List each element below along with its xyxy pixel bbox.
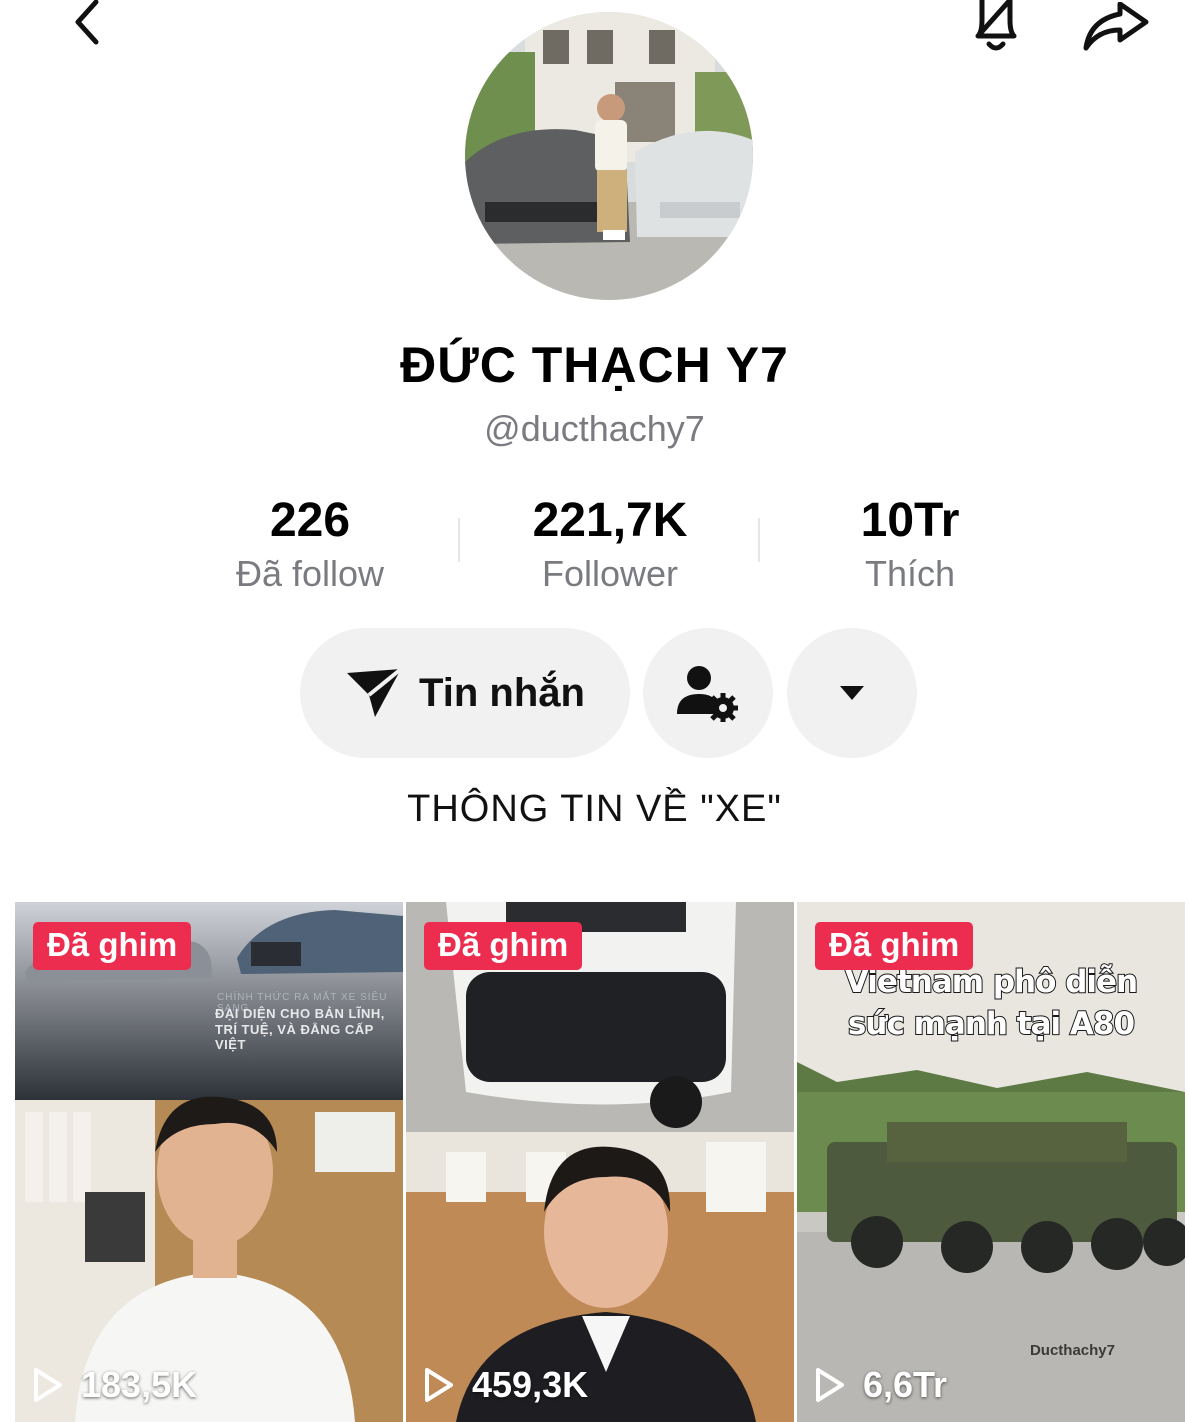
likes-stat[interactable]: 10Tr Thích — [760, 490, 1060, 596]
pinned-badge: Đã ghim — [815, 922, 974, 970]
user-settings-icon — [677, 666, 738, 722]
likes-label: Thích — [864, 553, 956, 594]
view-count-text: 6,6Tr — [863, 1364, 948, 1405]
view-count: 183,5K — [33, 1364, 197, 1406]
message-button[interactable]: Tin nhắn — [300, 628, 630, 758]
avatar-photo — [465, 12, 753, 300]
following-label: Đã follow — [235, 553, 385, 594]
video-caption-line-2: sức mạnh tại A80 — [847, 1005, 1136, 1043]
caret-down-icon — [840, 686, 864, 700]
avatar[interactable] — [465, 12, 753, 300]
message-button-label: Tin nhắn — [419, 670, 585, 715]
followers-label: Follower — [541, 553, 679, 594]
chevron-left-icon — [75, 0, 99, 45]
notification-bell-button[interactable] — [958, 0, 1034, 56]
bell-icon — [975, 0, 1017, 51]
play-icon — [425, 1368, 453, 1402]
display-name: ĐỨC THẠCH Y7 — [400, 337, 789, 393]
username-handle: @ducthachy7 — [484, 408, 705, 449]
video-grid: CHÍNH THỨC RA MẮT XE SIÊU SANG ĐẠI DIỆN … — [15, 902, 1187, 1422]
friend-settings-button[interactable] — [643, 628, 773, 758]
pinned-badge: Đã ghim — [424, 922, 583, 970]
share-button[interactable] — [1074, 0, 1158, 56]
play-icon — [34, 1368, 62, 1402]
likes-count: 10Tr — [860, 494, 960, 547]
following-count: 226 — [269, 494, 351, 547]
followers-stat[interactable]: 221,7K Follower — [460, 490, 760, 596]
profile-bio: THÔNG TIN VỀ "XE" — [407, 788, 782, 830]
back-button[interactable] — [58, 0, 114, 48]
watermark: Ducthachy7 — [1029, 1342, 1115, 1359]
promo-text: ĐẠI DIỆN CHO BẢN LĨNH, — [215, 1006, 385, 1021]
play-icon — [816, 1368, 844, 1402]
send-icon — [347, 667, 403, 717]
view-count: 6,6Tr — [815, 1364, 947, 1406]
video-thumbnail — [406, 902, 794, 1422]
view-count-text: 459,3K — [472, 1364, 589, 1405]
share-arrow-icon — [1083, 2, 1149, 51]
following-stat[interactable]: 226 Đã follow — [160, 490, 460, 596]
promo-text: TRÍ TUỆ, VÀ ĐẲNG CẤP VIỆT — [215, 1022, 374, 1052]
view-count-text: 183,5K — [81, 1364, 198, 1405]
video-tile[interactable]: Vietnam phô diễn sức mạnh tại A80 Ductha… — [797, 902, 1185, 1422]
video-tile[interactable]: Đã ghim 459,3K — [406, 902, 794, 1422]
more-options-button[interactable] — [787, 628, 917, 758]
video-tile[interactable]: CHÍNH THỨC RA MẮT XE SIÊU SANG ĐẠI DIỆN … — [15, 902, 403, 1422]
followers-count: 221,7K — [532, 494, 688, 547]
view-count: 459,3K — [424, 1364, 588, 1406]
profile-stats: 226 Đã follow 221,7K Follower 10Tr Thích — [160, 490, 1060, 600]
pinned-badge: Đã ghim — [33, 922, 192, 970]
video-thumbnail — [15, 902, 403, 1422]
